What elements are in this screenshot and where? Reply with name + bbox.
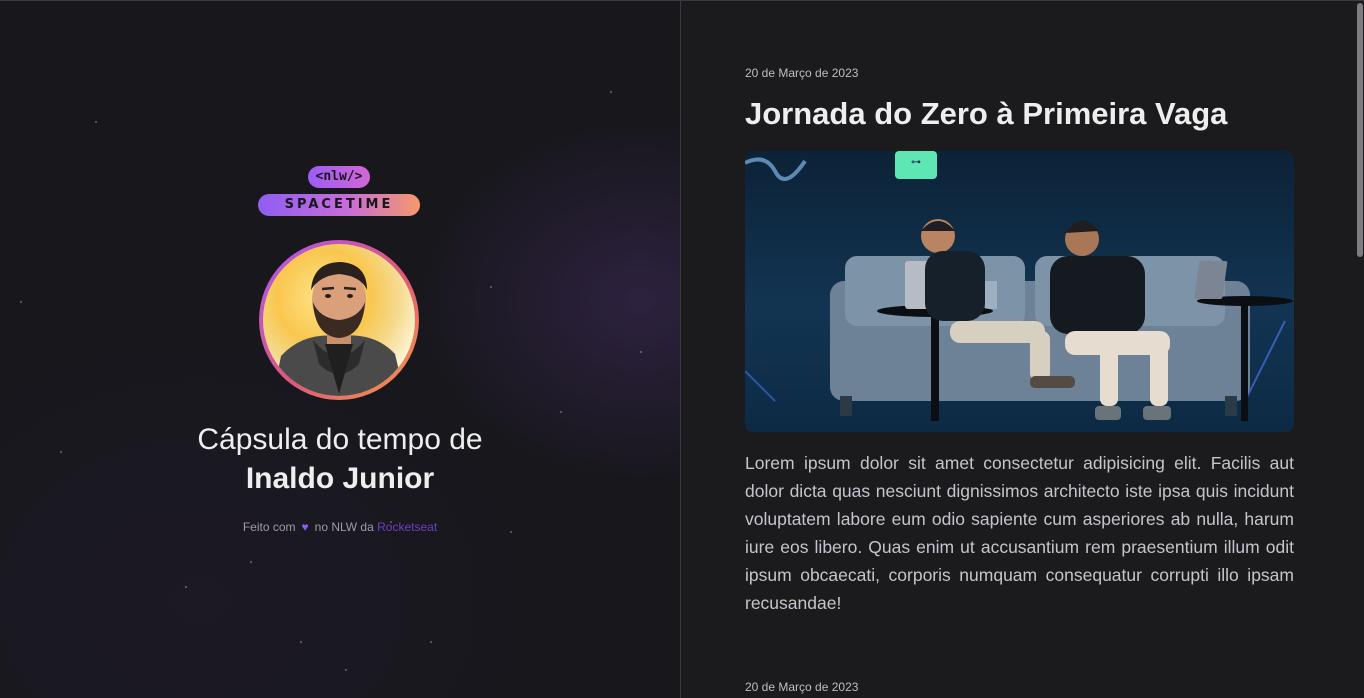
logo-nlw-badge: <nlw/>: [308, 166, 370, 188]
scrollbar[interactable]: [1355, 1, 1364, 698]
footer-prefix: Feito com: [242, 520, 296, 534]
nlw-spacetime-logo: <nlw/> SPACETIME: [258, 166, 420, 216]
avatar: [259, 240, 419, 400]
capsule-title: Cápsula do tempo de: [197, 423, 483, 456]
rocketseat-link[interactable]: Rocketseat: [377, 520, 437, 534]
user-photo-icon: [263, 244, 415, 396]
memories-feed[interactable]: 20 de Março de 2023 Jornada do Zero à Pr…: [681, 0, 1364, 698]
memory-text: Lorem ipsum dolor sit amet consectetur a…: [745, 453, 1294, 613]
left-panel: <nlw/> SPACETIME Cápsula do tempo de Ina…: [0, 0, 680, 698]
scrollbar-thumb[interactable]: [1357, 3, 1363, 257]
heart-icon: ♥: [301, 520, 309, 534]
footer-middle: no NLW da: [314, 520, 374, 534]
memory-image: ⊶: [745, 151, 1294, 432]
memory-date-next: 20 de Março de 2023: [745, 680, 859, 694]
svg-text:⊶: ⊶: [911, 157, 921, 168]
footer-credit: Feito com ♥ no NLW da Rocketseat: [90, 520, 590, 534]
user-name: Inaldo Junior: [245, 462, 435, 495]
logo-spacetime-text: SPACETIME: [258, 194, 420, 216]
memory-date: 20 de Março de 2023: [745, 66, 859, 80]
memory-title: Jornada do Zero à Primeira Vaga: [745, 96, 1228, 131]
